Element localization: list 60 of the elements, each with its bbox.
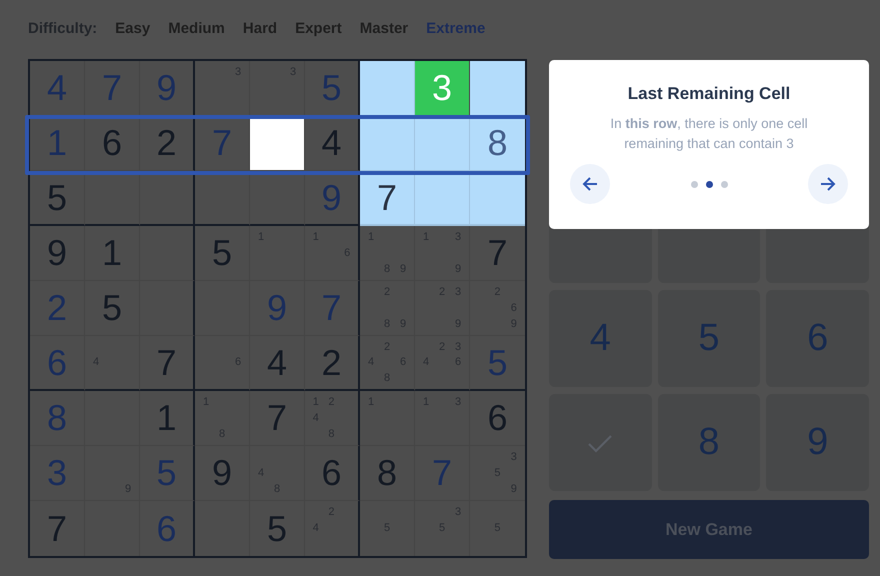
sudoku-cell[interactable]: 2 — [140, 116, 195, 171]
cell-digit: 9 — [212, 455, 232, 491]
sudoku-cell[interactable]: 7 — [140, 336, 195, 391]
sudoku-cell[interactable] — [140, 281, 195, 336]
cell-digit: 6 — [102, 125, 122, 161]
arrow-left-icon — [581, 175, 599, 193]
cell-digit: 5 — [266, 510, 288, 546]
sudoku-cell[interactable]: 4 — [305, 116, 360, 171]
sudoku-cell[interactable] — [85, 391, 140, 446]
sudoku-cell[interactable]: 7 — [250, 391, 305, 446]
highlighted-cell[interactable] — [360, 116, 415, 171]
sudoku-cell[interactable]: 9 — [195, 446, 250, 501]
hint-title: Last Remaining Cell — [626, 84, 792, 104]
check-icon — [587, 432, 614, 452]
sudoku-cell[interactable]: 8 — [360, 446, 415, 501]
page-dot[interactable] — [720, 180, 728, 188]
highlighted-cell[interactable] — [360, 61, 415, 116]
sudoku-cell[interactable]: 4 — [250, 336, 305, 391]
previous-button[interactable] — [570, 164, 610, 204]
cell-digit: 2 — [321, 344, 342, 380]
sudoku-cell[interactable]: 5 — [85, 281, 140, 336]
cell-digit: 6 — [321, 455, 342, 491]
cell-digit: 7 — [266, 400, 288, 436]
sudoku-cell[interactable]: 2 — [305, 336, 360, 391]
answer-cell[interactable]: 3 — [415, 61, 470, 116]
page-dot[interactable] — [690, 180, 698, 188]
cell-digit: 7 — [156, 344, 177, 380]
sudoku-cell[interactable]: 1 — [85, 226, 140, 281]
sudoku-cell[interactable]: 5 — [195, 226, 250, 281]
cell-digit: 2 — [156, 125, 177, 161]
sudoku-cell[interactable]: 6 — [305, 446, 360, 501]
sudoku-cell[interactable] — [140, 226, 195, 281]
cell-digit: 3 — [432, 70, 452, 106]
cell-digit: 8 — [487, 125, 508, 161]
page-dot[interactable] — [706, 180, 712, 188]
sudoku-cell[interactable]: 1 — [140, 391, 195, 446]
cell-digit: 4 — [266, 344, 288, 380]
cell-digit: 8 — [376, 455, 398, 491]
cell-digit: 9 — [46, 235, 68, 271]
highlighted-cell[interactable] — [415, 116, 470, 171]
arrow-right-icon — [819, 175, 837, 193]
highlighted-cell[interactable] — [470, 61, 525, 116]
cell-digit: 7 — [487, 235, 508, 271]
cell-digit: 7 — [46, 510, 68, 546]
cell-digit: 5 — [102, 290, 122, 326]
next-button[interactable] — [808, 164, 848, 204]
sudoku-cell[interactable]: 9 — [30, 226, 85, 281]
cell-digit: 5 — [46, 180, 68, 216]
sudoku-cell[interactable]: 6 — [85, 116, 140, 171]
check-key[interactable] — [549, 394, 652, 491]
cell-digit: 1 — [156, 400, 177, 436]
hint-text: In this row, there is only one cell remaining that can contain 3 — [609, 115, 809, 153]
highlighted-cell[interactable]: 8 — [470, 116, 525, 171]
cell-digit: 1 — [102, 235, 122, 271]
sudoku-cell[interactable] — [195, 281, 250, 336]
cell-digit: 4 — [321, 125, 342, 161]
cell-digit: 7 — [376, 180, 398, 216]
cell-digit: 6 — [487, 400, 508, 436]
cell-digit: 5 — [212, 235, 232, 271]
target-cell[interactable] — [250, 116, 305, 171]
